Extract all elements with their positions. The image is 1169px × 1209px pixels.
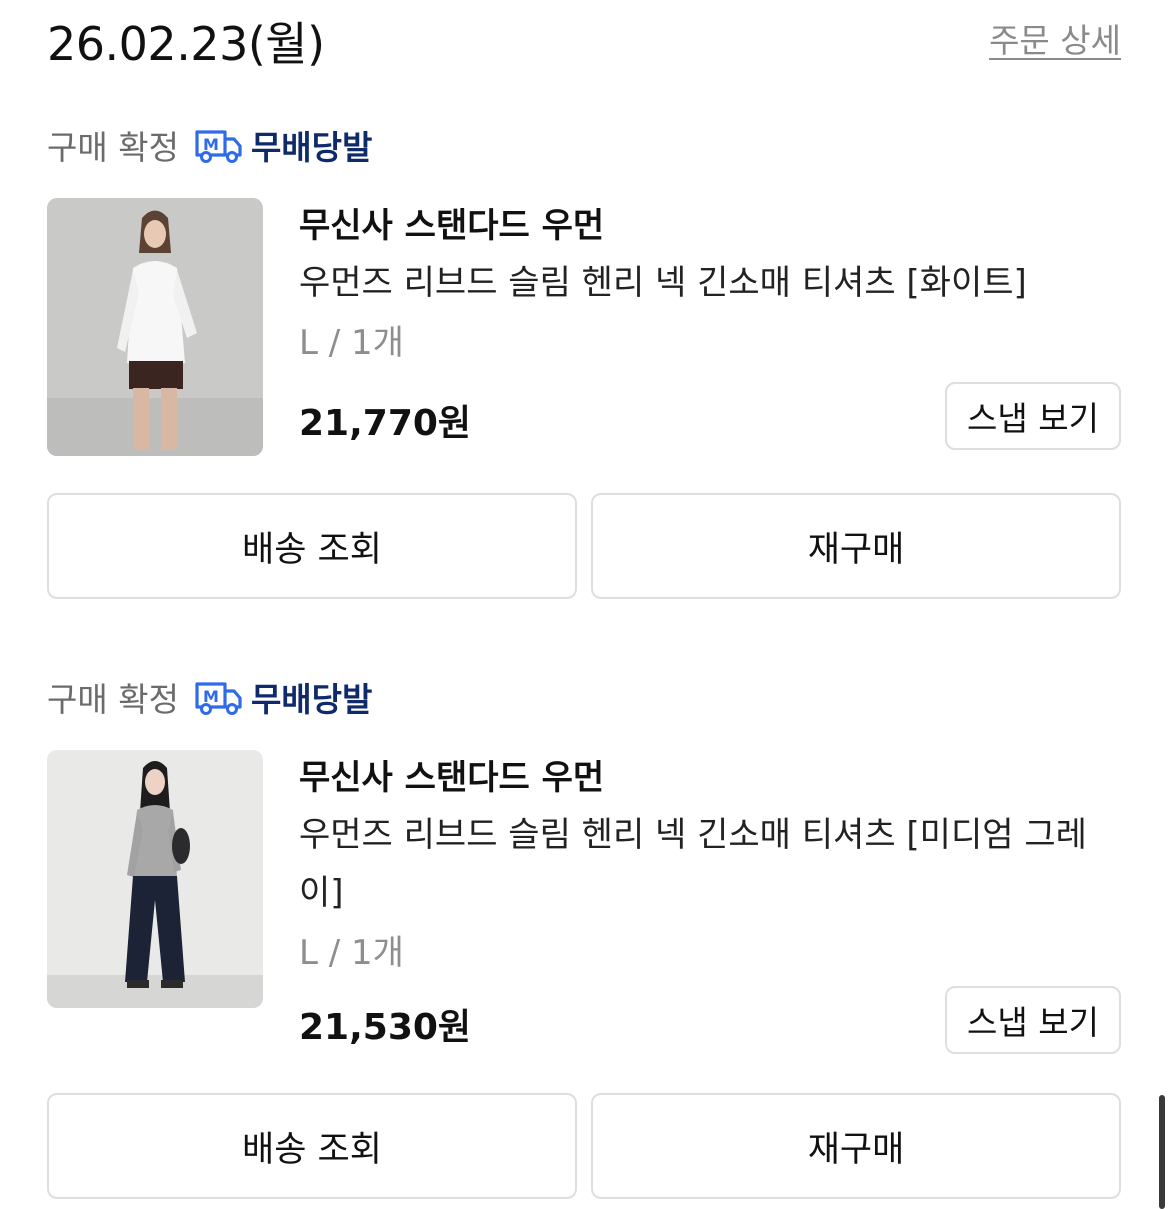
purchase-status: 구매 확정 xyxy=(47,680,179,719)
product-price: 21,770원 xyxy=(299,403,472,444)
scrollbar[interactable] xyxy=(1159,1095,1165,1209)
product-thumbnail[interactable] xyxy=(47,750,263,1008)
rebuy-button[interactable]: 재구매 xyxy=(591,493,1121,599)
track-delivery-button[interactable]: 배송 조회 xyxy=(47,493,577,599)
snap-view-button[interactable]: 스냅 보기 xyxy=(945,986,1121,1054)
product-option: L / 1개 xyxy=(299,933,404,973)
product-name[interactable]: 우먼즈 리브드 슬림 헨리 넥 긴소매 티셔츠 [화이트] xyxy=(299,254,1121,312)
product-name[interactable]: 우먼즈 리브드 슬림 헨리 넥 긴소매 티셔츠 [미디엄 그레이] xyxy=(299,806,1121,922)
product-option: L / 1개 xyxy=(299,323,404,363)
action-buttons: 배송 조회 재구매 xyxy=(47,1093,1121,1199)
rebuy-button[interactable]: 재구매 xyxy=(591,1093,1121,1199)
product-price: 21,530원 xyxy=(299,1007,472,1048)
product-brand[interactable]: 무신사 스탠다드 우먼 xyxy=(299,198,1121,254)
snap-view-button[interactable]: 스냅 보기 xyxy=(945,382,1121,450)
shipping-badge: 무배당발 xyxy=(250,128,373,167)
product-info: 무신사 스탠다드 우먼 우먼즈 리브드 슬림 헨리 넥 긴소매 티셔츠 [미디엄… xyxy=(299,750,1121,984)
delivery-truck-icon: M xyxy=(193,126,243,164)
product-thumbnail[interactable] xyxy=(47,198,263,456)
track-delivery-button[interactable]: 배송 조회 xyxy=(47,1093,577,1199)
order-date: 26.02.23(월) xyxy=(47,17,325,71)
action-buttons: 배송 조회 재구매 xyxy=(47,493,1121,599)
purchase-status: 구매 확정 xyxy=(47,128,179,167)
truck-letter: M xyxy=(203,135,219,154)
order-detail-link[interactable]: 주문 상세 xyxy=(989,14,1121,62)
order-header: 26.02.23(월) 주문 상세 xyxy=(47,0,1121,80)
product-brand[interactable]: 무신사 스탠다드 우먼 xyxy=(299,750,1121,806)
status-row: 구매 확정 M 무배당발 xyxy=(47,120,372,170)
product-info: 무신사 스탠다드 우먼 우먼즈 리브드 슬림 헨리 넥 긴소매 티셔츠 [화이트… xyxy=(299,198,1121,374)
shipping-badge: 무배당발 xyxy=(250,680,373,719)
delivery-truck-icon: M xyxy=(193,678,243,716)
truck-letter: M xyxy=(203,687,219,706)
status-row: 구매 확정 M 무배당발 xyxy=(47,672,372,722)
order-item: 구매 확정 M 무배당발 무신사 스탠다드 우먼 우먼즈 리브드 슬림 헨리 넥… xyxy=(47,120,1121,600)
order-item: 구매 확정 M 무배당발 무신사 스탠다드 우먼 우먼즈 리브드 슬림 헨리 넥… xyxy=(47,672,1121,1200)
